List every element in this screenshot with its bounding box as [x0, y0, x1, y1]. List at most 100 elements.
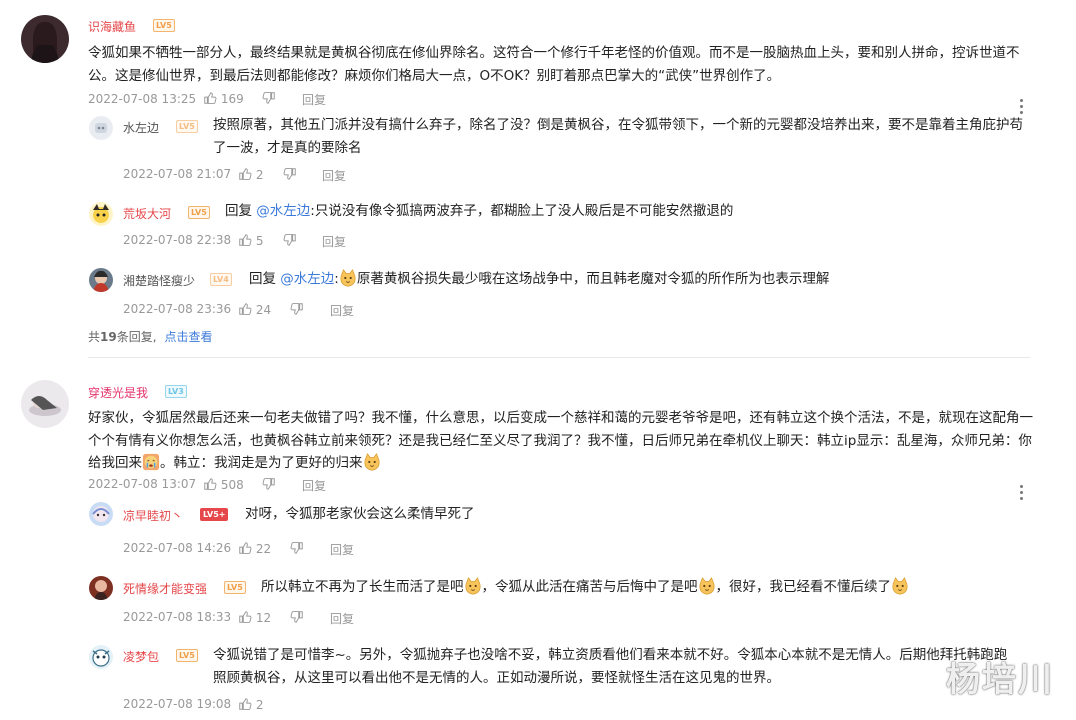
reply-total: 共19条回复, 点击查看 [88, 330, 213, 344]
comment-text: 好家伙，令狐居然最后还来一句老夫做错了吗？我不懂，什么意思，以后变成一个慈祥和蔼… [88, 407, 1033, 475]
like-button[interactable]: 22 [238, 541, 271, 556]
timestamp: 2022-07-08 21:07 [123, 167, 232, 181]
comment-meta: 2022-07-08 13:25 [88, 91, 196, 106]
like-button[interactable]: 12 [238, 610, 271, 625]
timestamp: 2022-07-08 18:33 [123, 610, 232, 624]
cat-emoji-icon [698, 577, 716, 595]
like-count: 2 [255, 168, 264, 182]
like-button[interactable]: 24 [238, 302, 271, 317]
cat-emoji-icon [339, 269, 357, 287]
avatar[interactable] [89, 202, 113, 226]
username[interactable]: 识海藏鱼 [88, 18, 136, 35]
thumbs-down-icon [262, 91, 276, 105]
thumbs-up-icon [238, 610, 252, 624]
cat-emoji-icon [891, 577, 909, 595]
reply-button[interactable]: 回复 [302, 477, 326, 494]
reply-text: 回复 @水左边:只说没有像令狐搞两波弃子，都糊脸上了没人殿后是不可能安然撤退的 [225, 200, 1035, 223]
thumbs-up-icon [238, 697, 252, 711]
dislike-button[interactable] [283, 167, 297, 182]
comment-text: 令狐如果不牺牲一部分人，最终结果就是黄枫谷彻底在修仙界除名。这符合一个修行千年老… [88, 45, 1020, 84]
mention-link[interactable]: @水左边 [280, 271, 334, 287]
thumbs-down-icon [283, 167, 297, 181]
timestamp: 2022-07-08 14:26 [123, 541, 232, 555]
thumbs-up-icon [238, 233, 252, 247]
avatar[interactable] [89, 576, 113, 600]
reply-button[interactable]: 回复 [330, 610, 354, 627]
level-badge: LV5 [176, 120, 198, 133]
reply-prefix: 回复 [249, 271, 281, 287]
view-replies-link[interactable]: 点击查看 [165, 330, 213, 344]
thumbs-down-icon [290, 302, 304, 316]
like-button[interactable]: 5 [238, 233, 263, 248]
reply-button[interactable]: 回复 [322, 167, 346, 184]
cat-emoji-icon [363, 453, 381, 471]
reply-body: :只说没有像令狐搞两波弃子，都糊脸上了没人殿后是不可能安然撤退的 [310, 203, 734, 219]
reply-button[interactable]: 回复 [322, 233, 346, 250]
thumbs-up-icon [238, 541, 252, 555]
like-button[interactable]: 2 [238, 167, 263, 182]
avatar[interactable] [89, 268, 113, 292]
level-badge: LV5 [224, 581, 246, 594]
like-button[interactable]: 508 [203, 477, 244, 492]
dislike-button[interactable] [290, 610, 304, 625]
avatar[interactable] [89, 502, 113, 526]
level-badge: LV5+ [200, 508, 229, 521]
reply-prefix: 回复 [225, 203, 257, 219]
username[interactable]: 凌梦包 [123, 648, 159, 665]
thumbs-down-icon [283, 233, 297, 247]
like-count: 169 [220, 92, 244, 106]
thumbs-down-icon [290, 610, 304, 624]
reply-text: 按照原著，其他五门派并没有搞什么弃子，除名了没？倒是黄枫谷，在令狐带领下，一个新… [213, 117, 1023, 156]
dislike-button[interactable] [290, 541, 304, 556]
avatar[interactable] [21, 15, 69, 63]
thumbs-up-icon [203, 91, 217, 105]
username[interactable]: 死情缘才能变强 [123, 580, 207, 597]
level-badge: LV5 [176, 649, 198, 662]
divider [88, 357, 1030, 358]
mention-link[interactable]: @水左边 [256, 203, 310, 219]
like-count: 12 [255, 611, 272, 625]
dislike-button[interactable] [262, 91, 276, 106]
dislike-button[interactable] [262, 477, 276, 492]
watermark: 杨培川 [946, 660, 1054, 700]
level-badge: LV5 [188, 206, 210, 219]
like-count: 22 [255, 542, 272, 556]
reply-button[interactable]: 回复 [330, 541, 354, 558]
reply-body: 原著黄枫谷损失最少哦在这场战争中，而且韩老魔对令狐的所作所为也表示理解 [356, 271, 830, 287]
thumbs-down-icon [290, 541, 304, 555]
timestamp: 2022-07-08 13:07 [88, 477, 197, 491]
thumbs-up-icon [238, 302, 252, 316]
dislike-button[interactable] [283, 233, 297, 248]
avatar[interactable] [89, 645, 113, 669]
avatar[interactable] [21, 380, 69, 428]
reply-text: 所以韩立不再为了长生而活了是吧 ，令狐从此活在痛苦与后悔中了是吧 ，很好，我已经看不… [261, 576, 1041, 599]
reply-text: 回复 @水左边: 原著黄枫谷损失最少哦在这场战争中，而且韩老魔对令狐的所作所为也表… [249, 269, 830, 287]
level-badge: LV3 [165, 385, 187, 398]
like-button[interactable]: 169 [203, 91, 244, 106]
reply-text: 令狐说错了是可惜李~。另外，令狐抛弃子也没啥不妥，韩立资质看他们看来本就不好。令… [213, 647, 1008, 686]
like-count: 5 [255, 234, 264, 248]
dislike-button[interactable] [290, 302, 304, 317]
thumbs-up-icon [238, 167, 252, 181]
reply-text: 对呀，令狐那老家伙会这么柔情早死了 [245, 506, 475, 522]
timestamp: 2022-07-08 19:08 [123, 697, 232, 711]
username[interactable]: 水左边 [123, 119, 159, 136]
timestamp: 2022-07-08 23:36 [123, 302, 232, 316]
timestamp: 2022-07-08 22:38 [123, 233, 232, 247]
username[interactable]: 穿透光是我 [88, 384, 148, 401]
crying-emoji-icon [142, 453, 160, 471]
comment-body-end: 。韩立：我润走是为了更好的归来 [160, 455, 363, 471]
reply-button[interactable]: 回复 [302, 91, 326, 108]
reply-button[interactable]: 回复 [330, 302, 354, 319]
level-badge: LV5 [153, 19, 175, 32]
like-button[interactable]: 2 [238, 697, 263, 712]
username[interactable]: 湘楚踏怪瘦少 [123, 272, 195, 289]
thumbs-up-icon [203, 477, 217, 491]
username[interactable]: 凉早睦初丶 [123, 507, 183, 524]
more-options-icon[interactable] [1020, 485, 1024, 503]
username[interactable]: 荒坂大河 [123, 205, 171, 222]
thumbs-down-icon [262, 477, 276, 491]
avatar[interactable] [89, 116, 113, 140]
reply-count: 19 [100, 330, 117, 344]
like-count: 2 [255, 698, 264, 712]
